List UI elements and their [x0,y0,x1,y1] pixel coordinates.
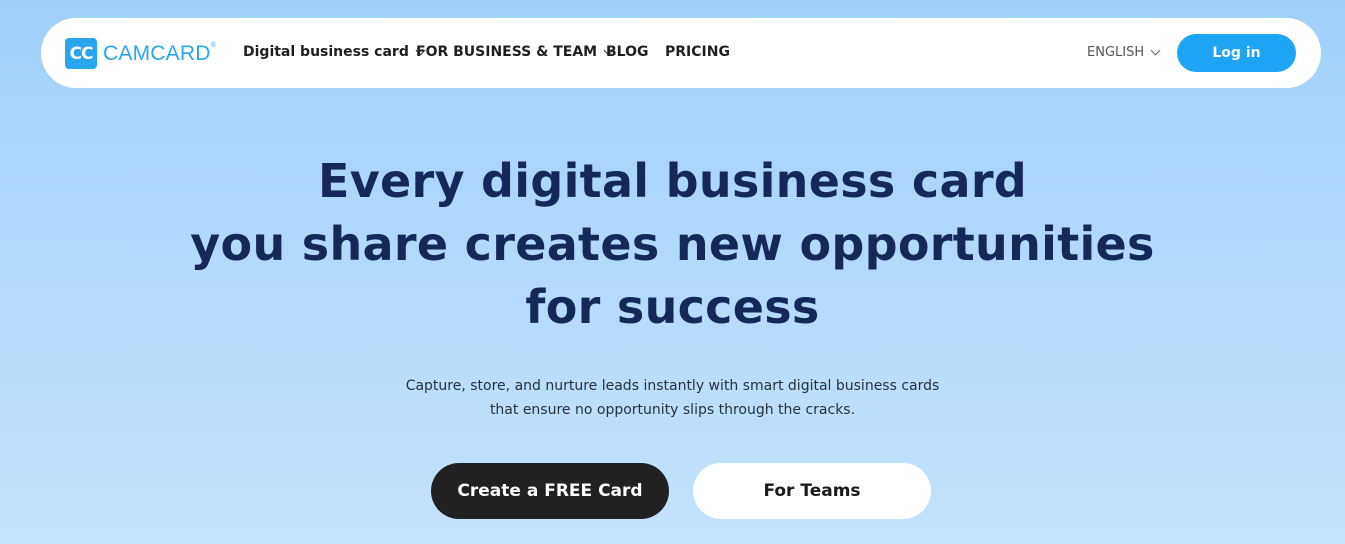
nav-pricing[interactable]: PRICING [665,44,730,60]
language-selector[interactable]: ENGLISH [1087,45,1161,60]
camcard-logo-icon: CC [65,38,97,69]
nav-business-team-label: FOR BUSINESS & TEAM [416,44,598,60]
nav-digital-business-card[interactable]: Digital business card [243,44,426,60]
hero-subtitle: Capture, store, and nurture leads instan… [0,374,1345,422]
hero-headline: Every digital business card you share cr… [0,150,1345,339]
nav-blog-label: BLOG [606,44,649,60]
for-teams-button[interactable]: For Teams [693,463,931,519]
login-button[interactable]: Log in [1177,34,1296,72]
chevron-down-icon [1150,45,1161,56]
nav-digital-business-card-label: Digital business card [243,44,409,60]
nav-business-team[interactable]: FOR BUSINESS & TEAM [416,44,614,60]
camcard-logo[interactable]: CC CAMCARD® [65,38,216,69]
hero-subtitle-line: Capture, store, and nurture leads instan… [405,378,940,394]
create-free-card-button[interactable]: Create a FREE Card [431,463,669,519]
hero-subtitle-line: that ensure no opportunity slips through… [489,402,856,418]
registered-mark: ® [210,41,216,49]
hero-headline-line: for success [525,280,820,334]
logo-wordmark: CAMCARD [103,41,211,65]
nav-pricing-label: PRICING [665,44,730,60]
language-label: ENGLISH [1087,45,1145,60]
hero-headline-line: Every digital business card [317,154,1028,208]
hero-headline-line: you share creates new opportunities [190,217,1155,271]
top-navbar: CC CAMCARD® Digital business card FOR BU… [41,18,1321,88]
nav-blog[interactable]: BLOG [606,44,649,60]
